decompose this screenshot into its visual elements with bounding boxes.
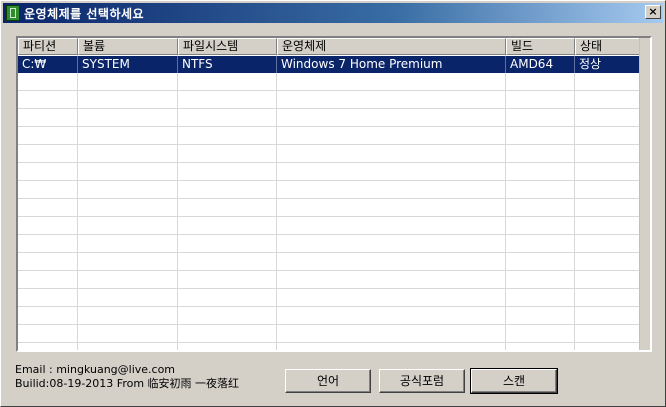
column-header-volume[interactable]: 볼륨	[78, 38, 178, 55]
column-header-build[interactable]: 빌드	[506, 38, 575, 55]
grid-lines	[18, 38, 640, 350]
grid-line	[77, 38, 78, 350]
cell-build: AMD64	[506, 56, 575, 73]
column-header-status[interactable]: 상태	[575, 38, 640, 55]
grid-line	[574, 38, 575, 350]
app-icon	[6, 5, 20, 21]
vertical-scrollbar[interactable]	[639, 38, 650, 350]
language-button[interactable]: 언어	[285, 369, 371, 393]
column-header-os[interactable]: 운영체제	[277, 38, 506, 55]
cell-volume: SYSTEM	[78, 56, 178, 73]
list-header: 파티션 볼륨 파일시스템 운영체제 빌드 상태	[18, 38, 640, 55]
cell-filesystem: NTFS	[178, 56, 277, 73]
list-grid: 파티션 볼륨 파일시스템 운영체제 빌드 상태 C:₩ SYSTEM NTFS …	[18, 38, 640, 350]
close-button[interactable]: ×	[645, 5, 661, 19]
table-row[interactable]: C:₩ SYSTEM NTFS Windows 7 Home Premium A…	[18, 56, 640, 73]
title-bar[interactable]: 운영체제를 선택하세요 ×	[3, 3, 663, 23]
footer-info: Email : mingkuang@live.com Builid:08-19-…	[15, 363, 239, 391]
grid-line	[505, 38, 506, 350]
os-select-dialog: 운영체제를 선택하세요 × 파티션 볼륨 파일시스템 운영체제 빌드 상태 C:…	[0, 0, 666, 407]
grid-line	[177, 38, 178, 350]
forum-button[interactable]: 공식포럼	[379, 369, 465, 393]
cell-partition: C:₩	[18, 56, 78, 73]
column-header-filesystem[interactable]: 파일시스템	[178, 38, 277, 55]
os-list[interactable]: 파티션 볼륨 파일시스템 운영체제 빌드 상태 C:₩ SYSTEM NTFS …	[16, 36, 652, 352]
email-text: Email : mingkuang@live.com	[15, 363, 176, 376]
cell-os: Windows 7 Home Premium	[277, 56, 506, 73]
grid-line	[276, 38, 277, 350]
build-text: Builid:08-19-2013 From 临安初雨 一夜落红	[15, 377, 240, 390]
window-title: 운영체제를 선택하세요	[24, 6, 145, 21]
cell-status: 정상	[575, 56, 640, 73]
column-header-partition[interactable]: 파티션	[18, 38, 78, 55]
scan-button[interactable]: 스캔	[470, 368, 558, 394]
